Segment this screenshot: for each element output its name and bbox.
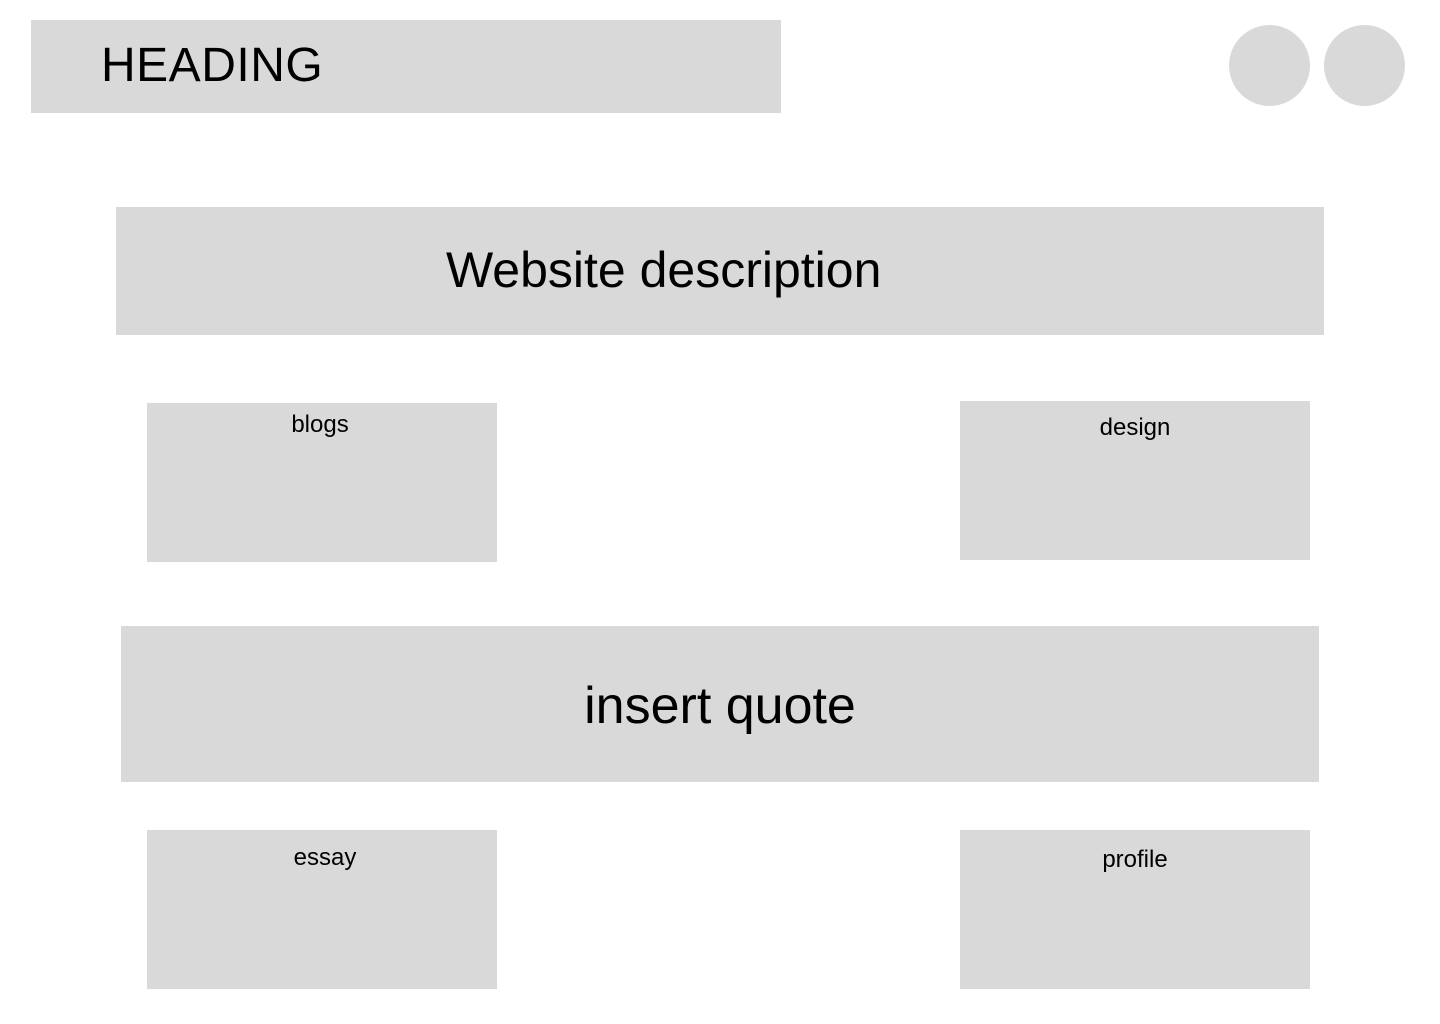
circle-action-button-2[interactable] [1324, 25, 1405, 106]
quote-text: insert quote [584, 677, 856, 735]
essay-card[interactable]: essay [147, 830, 497, 989]
profile-card-label: profile [1102, 846, 1168, 873]
website-description-text: Website description [446, 242, 882, 298]
design-card-label: design [1099, 414, 1171, 441]
quote-banner: insert quote [121, 626, 1319, 782]
design-card[interactable]: design [960, 401, 1310, 560]
page-heading: HEADING [101, 39, 324, 92]
website-description-banner: Website description [116, 207, 1324, 335]
circle-action-button-1[interactable] [1229, 25, 1310, 106]
blogs-card-label: blogs [291, 411, 349, 438]
profile-card[interactable]: profile [960, 830, 1310, 989]
blogs-card[interactable]: blogs [147, 403, 497, 562]
essay-card-label: essay [293, 844, 357, 871]
header-bar: HEADING [31, 20, 781, 113]
